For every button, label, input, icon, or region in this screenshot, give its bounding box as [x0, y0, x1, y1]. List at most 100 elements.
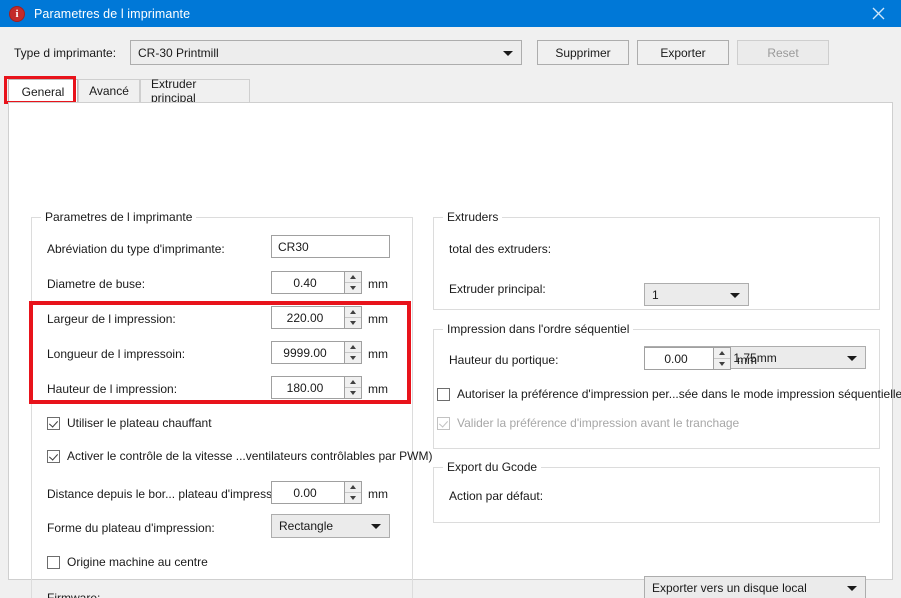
nozzle-diameter-spinner-buttons[interactable] — [344, 272, 361, 293]
fan-speed-control-label: Activer le contrôle de la vitesse ...ven… — [67, 449, 433, 463]
checkbox-box — [437, 387, 450, 401]
tab-content-general: Parametres de l imprimante Abréviation d… — [8, 102, 901, 598]
chevron-down-icon — [503, 50, 513, 56]
gantry-height-stepper[interactable]: 0.00 — [644, 347, 731, 370]
origin-center-checkbox[interactable]: Origine machine au centre — [47, 555, 208, 569]
nozzle-diameter-value: 0.40 — [293, 275, 317, 290]
close-button[interactable] — [855, 0, 901, 27]
spinner-up-button[interactable] — [345, 482, 361, 492]
edge-distance-spinner-buttons[interactable] — [344, 482, 361, 503]
print-width-spinner-buttons[interactable] — [344, 307, 361, 328]
print-width-value: 220.00 — [286, 310, 324, 325]
print-width-unit: mm — [368, 312, 388, 326]
close-icon — [872, 7, 884, 20]
allow-print-preference-label: Autoriser la préférence d'impression per… — [457, 387, 901, 401]
nozzle-diameter-stepper[interactable]: 0.40 — [271, 271, 362, 294]
spinner-up-button[interactable] — [345, 377, 361, 387]
validate-print-preference-checkbox: Valider la préférence d'impression avant… — [437, 416, 739, 430]
triangle-up-icon — [350, 275, 356, 279]
abbreviation-label: Abréviation du type d'imprimante: — [47, 242, 225, 256]
spinner-up-button[interactable] — [345, 342, 361, 352]
allow-print-preference-checkbox[interactable]: Autoriser la préférence d'impression per… — [437, 387, 901, 401]
printer-type-label: Type d imprimante: — [14, 46, 117, 60]
spinner-up-button[interactable] — [714, 348, 730, 358]
abbreviation-value: CR30 — [278, 239, 309, 254]
sequential-printing-legend: Impression dans l'ordre séquentiel — [443, 322, 634, 336]
spinner-down-button[interactable] — [345, 352, 361, 363]
print-height-value: 180.00 — [286, 380, 324, 395]
extruders-legend: Extruders — [443, 210, 503, 224]
bed-shape-value: Rectangle — [279, 519, 334, 533]
gantry-height-spinner-buttons[interactable] — [713, 348, 730, 369]
triangle-down-icon — [719, 362, 725, 366]
tab-strip: General Avancé Extruder principal — [8, 77, 893, 105]
firmware-label: Firmware: — [47, 591, 101, 598]
checkbox-box — [47, 416, 60, 430]
spinner-down-button[interactable] — [345, 387, 361, 398]
print-height-unit: mm — [368, 382, 388, 396]
spinner-down-button[interactable] — [345, 282, 361, 293]
nozzle-diameter-unit: mm — [368, 277, 388, 291]
edge-distance-unit: mm — [368, 487, 388, 501]
print-length-value: 9999.00 — [283, 345, 327, 360]
origin-center-label: Origine machine au centre — [67, 555, 208, 569]
info-icon: i — [9, 5, 25, 22]
nozzle-diameter-label: Diametre de buse: — [47, 277, 146, 291]
validate-print-preference-label: Valider la préférence d'impression avant… — [457, 416, 740, 430]
spinner-down-button[interactable] — [345, 317, 361, 328]
window-title: Parametres de l imprimante — [34, 6, 191, 21]
bed-shape-select[interactable]: Rectangle — [271, 514, 390, 538]
spinner-down-button[interactable] — [345, 492, 361, 503]
printer-params-legend: Parametres de l imprimante — [41, 210, 197, 224]
triangle-up-icon — [719, 351, 725, 355]
export-button[interactable]: Exporter — [637, 40, 729, 65]
print-length-label: Longueur de l impressoin: — [47, 347, 186, 361]
edge-distance-stepper[interactable]: 0.00 — [271, 481, 362, 504]
bed-shape-label: Forme du plateau d'impression: — [47, 521, 215, 535]
spinner-down-button[interactable] — [714, 358, 730, 369]
gantry-height-unit: mm — [737, 353, 757, 367]
chevron-down-icon — [371, 524, 381, 529]
triangle-up-icon — [350, 310, 356, 314]
triangle-up-icon — [350, 485, 356, 489]
gcode-export-legend: Export du Gcode — [443, 460, 542, 474]
default-action-select[interactable]: Exporter vers un disque local — [644, 576, 866, 598]
checkbox-box — [47, 555, 60, 569]
triangle-up-icon — [350, 380, 356, 384]
triangle-down-icon — [350, 356, 356, 360]
triangle-down-icon — [350, 391, 356, 395]
tab-general[interactable]: General — [8, 79, 78, 104]
print-width-stepper[interactable]: 220.00 — [271, 306, 362, 329]
fan-speed-control-checkbox[interactable]: Activer le contrôle de la vitesse ...ven… — [47, 449, 432, 463]
printer-type-select[interactable]: CR-30 Printmill — [130, 40, 522, 65]
print-height-label: Hauteur de l impression: — [47, 382, 178, 396]
tab-extruder-principal[interactable]: Extruder principal — [140, 77, 250, 105]
print-height-stepper[interactable]: 180.00 — [271, 376, 362, 399]
tab-avance[interactable]: Avancé — [78, 79, 140, 102]
main-extruder-label: Extruder principal: — [449, 282, 546, 296]
print-length-spinner-buttons[interactable] — [344, 342, 361, 363]
triangle-down-icon — [350, 496, 356, 500]
delete-button[interactable]: Supprimer — [537, 40, 629, 65]
triangle-up-icon — [350, 345, 356, 349]
chevron-down-icon — [847, 586, 857, 591]
spinner-up-button[interactable] — [345, 307, 361, 317]
abbreviation-input[interactable]: CR30 — [271, 235, 390, 258]
print-width-label: Largeur de l impression: — [47, 312, 176, 326]
chevron-down-icon — [730, 292, 740, 298]
heated-bed-label: Utiliser le plateau chauffant — [67, 416, 212, 430]
print-height-spinner-buttons[interactable] — [344, 377, 361, 398]
printer-type-value: CR-30 Printmill — [138, 45, 219, 60]
edge-distance-label: Distance depuis le bor... plateau d'impr… — [47, 487, 292, 501]
spinner-up-button[interactable] — [345, 272, 361, 282]
triangle-down-icon — [350, 321, 356, 325]
print-length-unit: mm — [368, 347, 388, 361]
print-length-stepper[interactable]: 9999.00 — [271, 341, 362, 364]
title-bar: i Parametres de l imprimante — [0, 0, 901, 27]
total-extruders-select[interactable]: 1 — [644, 283, 749, 306]
checkbox-box — [437, 416, 450, 430]
heated-bed-checkbox[interactable]: Utiliser le plateau chauffant — [47, 416, 212, 430]
default-action-value: Exporter vers un disque local — [652, 581, 807, 595]
checkbox-box — [47, 449, 60, 463]
gantry-height-value: 0.00 — [664, 351, 688, 366]
